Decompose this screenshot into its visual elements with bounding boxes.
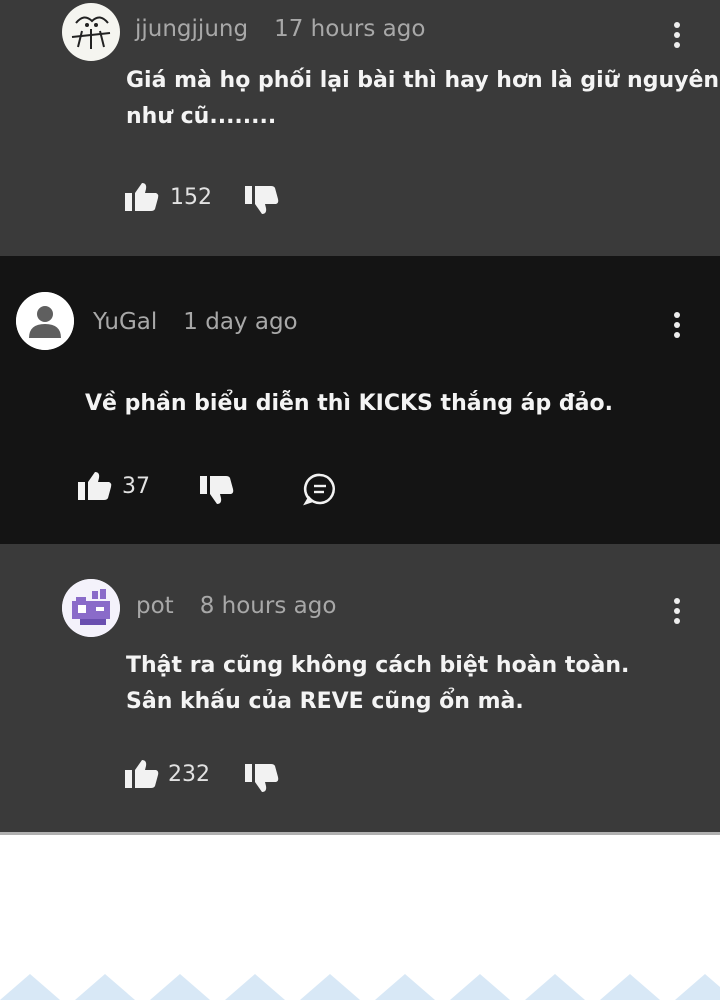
like-count: 232 <box>168 762 210 787</box>
like-button[interactable] <box>78 470 112 506</box>
dislike-button[interactable] <box>200 474 234 510</box>
timestamp: 1 day ago <box>183 309 298 335</box>
comment-meta: pot 8 hours ago <box>136 593 336 619</box>
author-name[interactable]: jjungjjung <box>135 16 248 42</box>
avatar[interactable] <box>16 292 74 350</box>
thumbs-up-icon <box>125 183 159 211</box>
comment-text: Về phần biểu diễn thì KICKS thắng áp đảo… <box>85 386 613 422</box>
like-count: 152 <box>170 185 212 210</box>
reply-icon <box>303 473 336 506</box>
avatar[interactable] <box>62 3 120 61</box>
comment-reply-1: jjungjjung 17 hours ago Giá mà họ phối lạ… <box>0 0 720 256</box>
thumbs-down-icon <box>200 476 234 504</box>
author-name[interactable]: YuGal <box>93 309 157 335</box>
comment-meta: YuGal 1 day ago <box>93 309 298 335</box>
avatar[interactable] <box>62 579 120 637</box>
more-vert-icon[interactable] <box>669 22 685 48</box>
timestamp: 17 hours ago <box>274 16 426 42</box>
thumbs-down-icon <box>245 764 279 792</box>
like-count: 37 <box>122 474 150 499</box>
comment-text: Thật ra cũng không cách biệt hoàn toàn. … <box>126 648 629 720</box>
divider <box>0 832 720 835</box>
reply-button[interactable] <box>303 472 337 510</box>
comment-reply-2: pot 8 hours ago Thật ra cũng không cách b… <box>0 544 720 832</box>
dislike-button[interactable] <box>245 184 279 220</box>
comment-line: Giá mà họ phối lại bài thì hay hơn là gi… <box>126 68 720 93</box>
comment-line: Thật ra cũng không cách biệt hoàn toàn. <box>126 653 630 678</box>
comment-line: Về phần biểu diễn thì KICKS thắng áp đảo… <box>85 391 613 416</box>
more-vert-icon[interactable] <box>669 598 685 624</box>
thumbs-up-icon <box>78 472 112 500</box>
comment-top-level: YuGal 1 day ago Về phần biểu diễn thì KIC… <box>0 256 720 544</box>
like-button[interactable] <box>125 758 159 794</box>
comment-text: Giá mà họ phối lại bài thì hay hơn là gi… <box>126 63 719 135</box>
comment-meta: jjungjjung 17 hours ago <box>135 16 425 42</box>
dislike-button[interactable] <box>245 762 279 798</box>
like-button[interactable] <box>125 181 159 217</box>
thumbs-up-icon <box>125 760 159 788</box>
comment-line: như cũ........ <box>126 104 277 129</box>
thumbs-down-icon <box>245 186 279 214</box>
decorative-pattern <box>0 960 720 1000</box>
comment-line: Sân khấu của REVE cũng ổn mà. <box>126 689 524 714</box>
timestamp: 8 hours ago <box>199 593 337 619</box>
author-name[interactable]: pot <box>136 593 174 619</box>
more-vert-icon[interactable] <box>669 312 685 338</box>
